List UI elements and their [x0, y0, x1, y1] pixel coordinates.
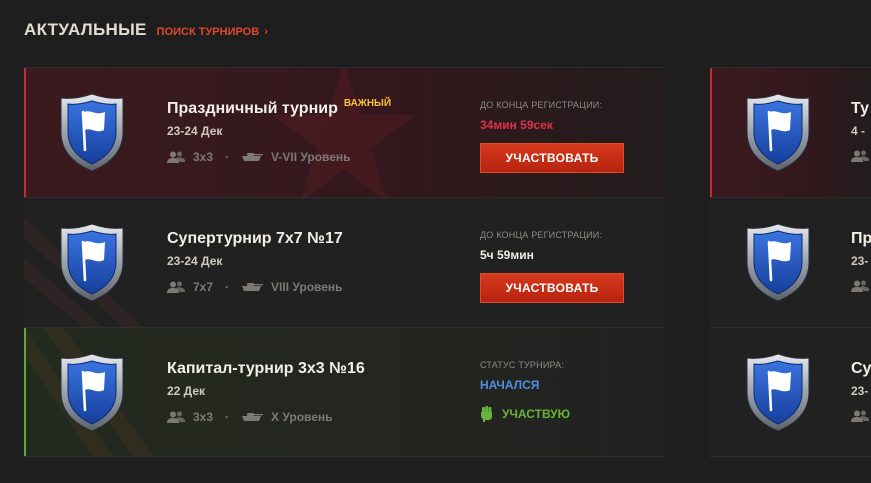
tournament-meta [851, 150, 871, 162]
shield-flag-icon [745, 92, 811, 172]
important-badge: ВАЖНЫЙ [343, 98, 392, 109]
tournament-status: СТАТУС ТУРНИРА: НАЧАЛСЯ УЧАСТВУЮ [480, 360, 570, 422]
tournament-list: Праздничный турнир ВАЖНЫЙ 23-24 Дек 3х3 … [24, 67, 664, 457]
joined-label: УЧАСТВУЮ [502, 407, 571, 421]
meta-separator: · [225, 280, 230, 294]
tournament-meta: 3х3 · V-VII Уровень [167, 150, 391, 164]
tournament-meta: 7х7 · VIII Уровень [167, 280, 343, 294]
tournament-info: Праздничный турнир ВАЖНЫЙ 23-24 Дек 3х3 … [167, 98, 392, 164]
tournament-title[interactable]: Праздничный турнир [167, 100, 338, 118]
tournament-title[interactable]: Су [851, 360, 871, 378]
participate-button[interactable]: УЧАСТВОВАТЬ [480, 143, 624, 173]
shield-flag-icon [745, 352, 811, 432]
tournament-title[interactable]: Пр [851, 230, 871, 248]
shield-flag-icon [59, 352, 125, 432]
tournament-meta: 3х3 · Х Уровень [167, 410, 365, 424]
shield-flag-icon [745, 222, 811, 302]
shield-flag-icon [59, 92, 125, 172]
status-label: ДО КОНЦА РЕГИСТРАЦИИ: [480, 100, 603, 110]
tournament-date: 23- [851, 254, 869, 268]
tournament-card[interactable]: Супертурнир 7х7 №17 23-24 Дек 7х7 · VIII… [24, 197, 664, 327]
tournament-card[interactable]: Праздничный турнир ВАЖНЫЙ 23-24 Дек 3х3 … [24, 67, 664, 197]
participate-button[interactable]: УЧАСТВОВАТЬ [480, 273, 624, 303]
tournament-card[interactable]: Ту 4 - [710, 67, 871, 197]
important-accent-bar [24, 68, 26, 197]
tournament-card[interactable]: Капитал-турнир 3х3 №16 22 Дек 3х3 · Х Ур… [24, 327, 664, 457]
tournament-tier: VIII Уровень [271, 280, 343, 294]
important-accent-bar [710, 68, 712, 197]
joined-indicator: УЧАСТВУЮ [480, 406, 570, 422]
tournament-format: 7х7 [193, 280, 214, 294]
tournament-info: Пр 23- [851, 230, 871, 292]
tournament-list-secondary: Ту 4 - Пр 23- Су 23- [710, 67, 871, 457]
tank-icon [241, 152, 263, 162]
status-label: ДО КОНЦА РЕГИСТРАЦИИ: [480, 230, 603, 240]
registration-timer: 34мин 59сек [480, 118, 553, 132]
tournament-meta [851, 280, 871, 292]
tournament-tier: Х Уровень [271, 410, 333, 424]
tank-icon [241, 412, 263, 422]
players-icon [851, 280, 869, 292]
status-label: СТАТУС ТУРНИРА: [480, 360, 565, 370]
tournament-date: 23- [851, 384, 869, 398]
tournament-date: 23-24 Дек [167, 254, 223, 268]
tournament-state: НАЧАЛСЯ [480, 378, 540, 392]
tournament-tier: V-VII Уровень [271, 150, 351, 164]
players-icon [167, 151, 185, 163]
tournament-card[interactable]: Пр 23- [710, 197, 871, 327]
meta-separator: · [225, 410, 230, 424]
tournament-format: 3х3 [193, 150, 214, 164]
players-icon [851, 150, 869, 162]
players-icon [167, 281, 185, 293]
tournament-meta [851, 410, 871, 422]
players-icon [851, 410, 869, 422]
tank-icon [241, 282, 263, 292]
tournament-card[interactable]: Су 23- [710, 327, 871, 457]
search-tournaments-link[interactable]: ПОИСК ТУРНИРОВ › [157, 26, 268, 38]
tournament-info: Ту 4 - [851, 100, 871, 162]
tournament-info: Супертурнир 7х7 №17 23-24 Дек 7х7 · VIII… [167, 230, 343, 294]
tournament-info: Капитал-турнир 3х3 №16 22 Дек 3х3 · Х Ур… [167, 360, 365, 424]
tournament-info: Су 23- [851, 360, 871, 422]
tournament-title[interactable]: Капитал-турнир 3х3 №16 [167, 360, 365, 378]
shield-flag-icon [59, 222, 125, 302]
tournament-status: ДО КОНЦА РЕГИСТРАЦИИ: 5ч 59мин УЧАСТВОВА… [480, 230, 624, 303]
tournament-status: ДО КОНЦА РЕГИСТРАЦИИ: 34мин 59сек УЧАСТВ… [480, 100, 624, 173]
search-tournaments-label: ПОИСК ТУРНИРОВ [156, 26, 260, 38]
tournament-date: 22 Дек [167, 384, 206, 398]
fist-icon [480, 406, 494, 422]
tournament-title[interactable]: Супертурнир 7х7 №17 [167, 230, 343, 248]
section-header: АКТУАЛЬНЫЕ ПОИСК ТУРНИРОВ › [24, 20, 268, 44]
meta-separator: · [225, 150, 230, 164]
registration-timer: 5ч 59мин [480, 248, 534, 262]
tournament-format: 3х3 [193, 410, 214, 424]
chevron-right-icon: › [264, 26, 268, 38]
tournament-title[interactable]: Ту [851, 100, 869, 118]
section-title: АКТУАЛЬНЫЕ [24, 20, 147, 39]
players-icon [167, 411, 185, 423]
tournament-date: 23-24 Дек [167, 124, 223, 138]
tournament-date: 4 - [851, 124, 866, 138]
